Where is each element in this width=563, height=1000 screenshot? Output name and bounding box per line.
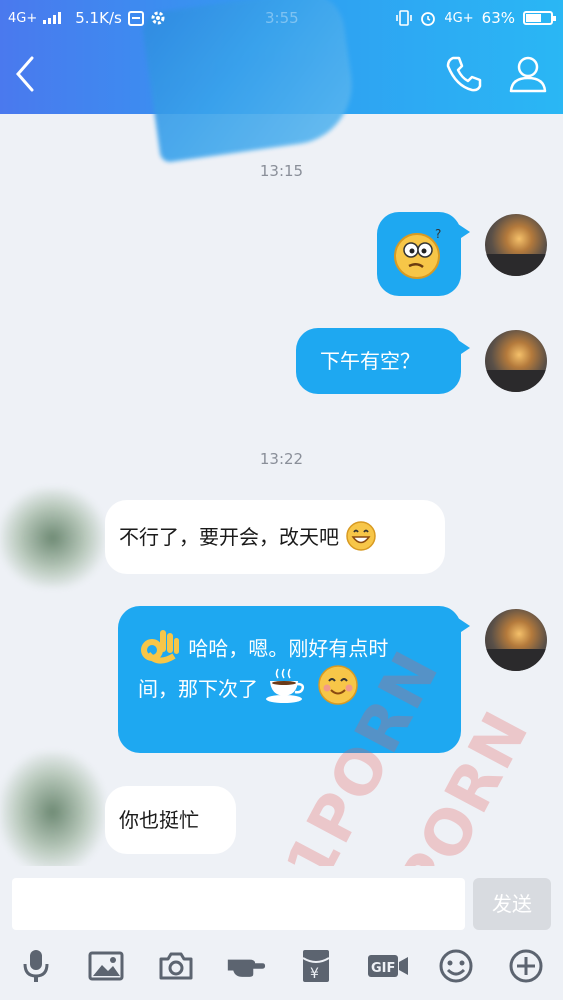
hand-icon[interactable] [226, 946, 266, 986]
grinning-face-emoji [346, 520, 377, 551]
message-text: 你也挺忙 [119, 808, 199, 832]
network-type-right: 4G+ [444, 10, 474, 26]
phone-call-icon[interactable] [444, 54, 484, 94]
svg-text:?: ? [435, 227, 441, 241]
battery-icon [523, 11, 556, 25]
message-text-line1: 哈哈，嗯。刚好有点时 [188, 636, 389, 661]
header-bar: 4G+ 5.1K/s 3:55 4G+ 63% [0, 0, 563, 164]
coffee-emoji [266, 668, 305, 703]
signal-icon [43, 12, 62, 24]
plus-icon[interactable] [506, 946, 546, 986]
network-type: 4G+ [8, 10, 38, 26]
camera-icon[interactable] [156, 946, 196, 986]
incoming-message-bubble[interactable]: 你也挺忙 [105, 786, 236, 854]
contact-profile-icon[interactable] [508, 54, 548, 94]
outgoing-message-bubble[interactable]: ? [377, 212, 470, 296]
gif-icon[interactable]: GIF [366, 946, 410, 986]
outgoing-message-bubble[interactable]: 下午有空？ [296, 328, 470, 394]
vibrate-icon [396, 10, 413, 26]
my-avatar[interactable] [485, 330, 547, 392]
send-button[interactable]: 发送 [473, 878, 551, 930]
message-input[interactable] [12, 878, 465, 930]
network-speed: 5.1K/s [75, 9, 122, 27]
timestamp: 13:15 [259, 162, 304, 180]
contact-avatar[interactable] [0, 752, 105, 872]
contact-avatar[interactable] [0, 488, 105, 588]
smiling-face-emoji [317, 664, 358, 705]
svg-text:¥: ¥ [310, 966, 319, 982]
red-packet-icon[interactable]: ¥ [296, 946, 336, 986]
emoji-icon[interactable] [436, 946, 476, 986]
back-arrow-icon[interactable] [14, 54, 36, 94]
settings-gear-icon [151, 11, 165, 25]
my-avatar[interactable] [485, 214, 547, 276]
battery-percent: 63% [481, 9, 515, 27]
ok-hand-emoji [141, 630, 179, 664]
message-text-line2: 间，那下次了 [138, 677, 258, 701]
message-text: 不行了，要开会，改天吧 [119, 525, 339, 549]
incoming-message-bubble[interactable]: 不行了，要开会，改天吧 [105, 500, 445, 574]
status-time: 3:55 [265, 9, 299, 27]
input-area: 发送 ¥ GIF [0, 866, 563, 1000]
svg-text:GIF: GIF [371, 961, 395, 976]
alarm-icon [421, 12, 436, 26]
message-text: 下午有空？ [320, 349, 420, 373]
my-avatar[interactable] [485, 609, 547, 671]
status-bar: 4G+ 5.1K/s 3:55 4G+ 63% [0, 0, 563, 36]
image-icon[interactable] [86, 946, 126, 986]
confused-face-emoji: ? [394, 227, 441, 279]
timestamp: 13:22 [259, 450, 304, 468]
microphone-icon[interactable] [16, 946, 56, 986]
notification-icon [127, 10, 144, 26]
